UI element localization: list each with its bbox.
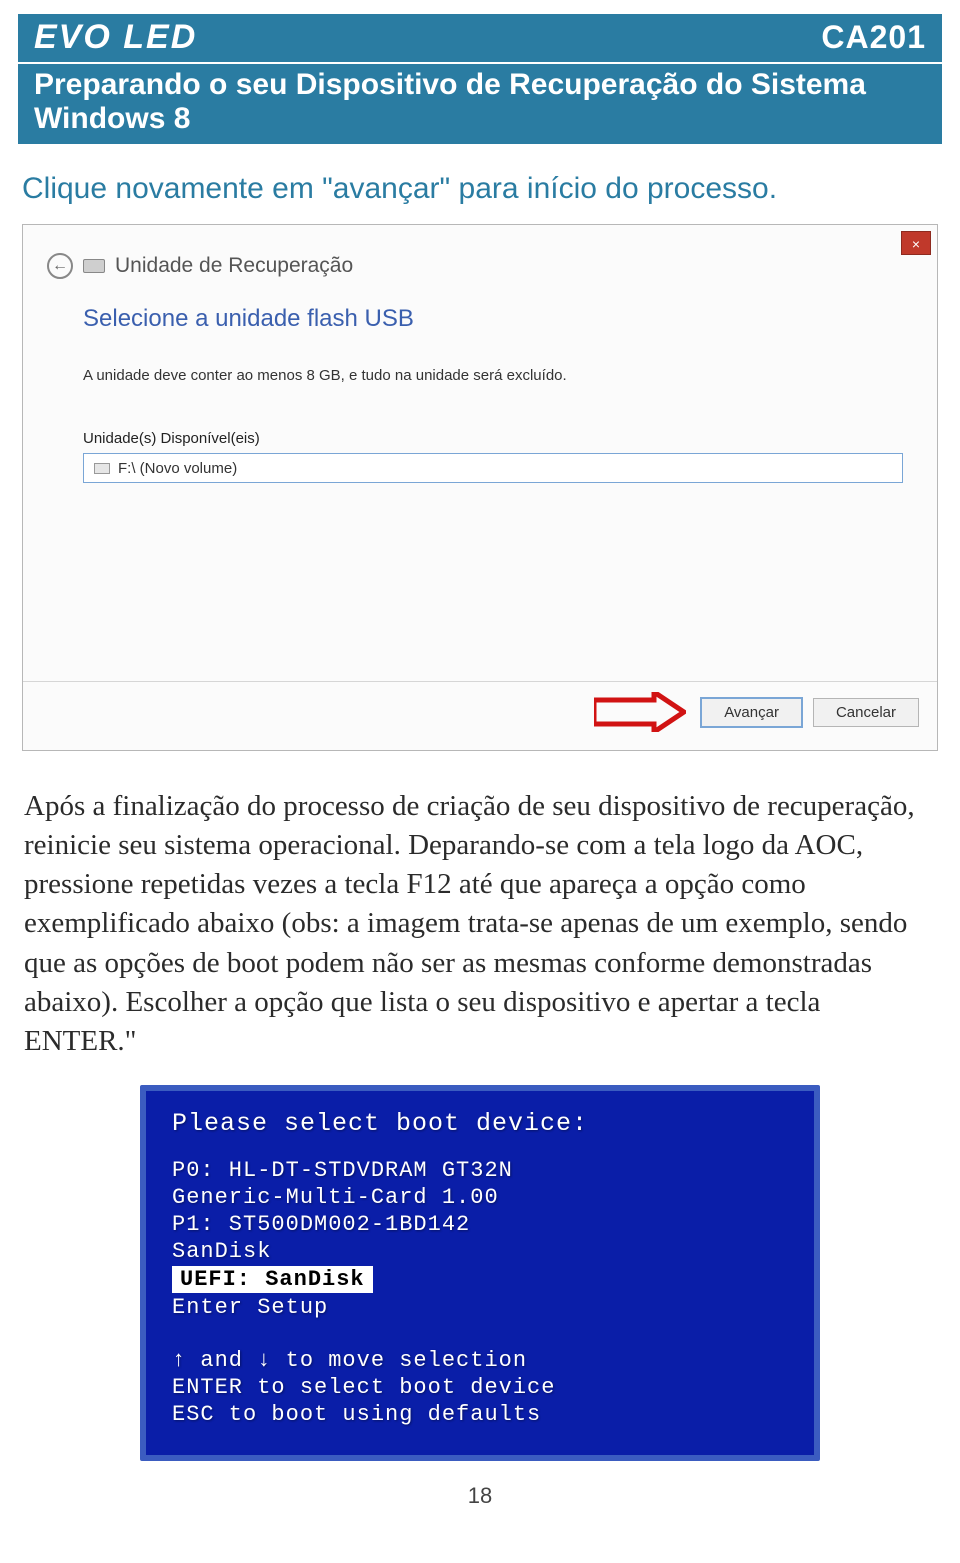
- bios-option[interactable]: P0: HL-DT-STDVDRAM GT32N: [172, 1158, 788, 1183]
- window-spacer: [83, 483, 901, 663]
- drive-select[interactable]: F:\ (Novo volume): [83, 453, 903, 483]
- callout-arrow-icon: [594, 692, 686, 732]
- bios-option[interactable]: P1: ST500DM002-1BD142: [172, 1212, 788, 1237]
- available-drives-label: Unidade(s) Disponível(eis): [83, 430, 901, 447]
- page-number: 18: [18, 1483, 942, 1509]
- back-arrow-icon[interactable]: ←: [47, 253, 73, 279]
- recovery-window: × ← Unidade de Recuperação Selecione a u…: [22, 224, 938, 751]
- bios-hint: ESC to boot using defaults: [172, 1402, 788, 1427]
- bios-option[interactable]: Enter Setup: [172, 1295, 788, 1320]
- brand-text: EVO LED: [34, 18, 197, 56]
- bios-title: Please select boot device:: [172, 1109, 788, 1138]
- selected-drive-text: F:\ (Novo volume): [118, 460, 237, 477]
- brand-logo: EVO LED: [34, 18, 197, 57]
- select-usb-heading: Selecione a unidade flash USB: [83, 305, 901, 333]
- mini-drive-icon: [94, 463, 110, 474]
- close-button[interactable]: ×: [901, 231, 931, 255]
- page-subtitle: Preparando o seu Dispositivo de Recupera…: [18, 62, 942, 144]
- bios-highlight: UEFI: SanDisk: [172, 1266, 373, 1293]
- cancel-button[interactable]: Cancelar: [813, 698, 919, 727]
- window-actions: Avançar Cancelar: [23, 681, 937, 750]
- bios-option[interactable]: SanDisk: [172, 1239, 788, 1264]
- bios-hint: ENTER to select boot device: [172, 1375, 788, 1400]
- drive-icon: [83, 259, 105, 273]
- window-heading: ← Unidade de Recuperação: [23, 225, 937, 285]
- usb-note: A unidade deve conter ao menos 8 GB, e t…: [83, 367, 901, 384]
- window-body: Selecione a unidade flash USB A unidade …: [23, 285, 937, 681]
- window-title: Unidade de Recuperação: [115, 254, 353, 278]
- advance-button[interactable]: Avançar: [700, 697, 803, 728]
- post-instruction-paragraph: Após a finalização do processo de criaçã…: [24, 787, 936, 1061]
- bios-hint: ↑ and ↓ to move selection: [172, 1348, 788, 1373]
- bios-option[interactable]: Generic-Multi-Card 1.00: [172, 1185, 788, 1210]
- document-page: EVO LED CA201 Preparando o seu Dispositi…: [0, 0, 960, 1549]
- bios-option-selected[interactable]: UEFI: SanDisk: [172, 1266, 788, 1293]
- lead-instruction: Clique novamente em "avançar" para iníci…: [22, 172, 938, 206]
- model-code: CA201: [821, 19, 926, 56]
- header-bar: EVO LED CA201: [18, 14, 942, 62]
- bios-boot-menu: Please select boot device: P0: HL-DT-STD…: [140, 1085, 820, 1461]
